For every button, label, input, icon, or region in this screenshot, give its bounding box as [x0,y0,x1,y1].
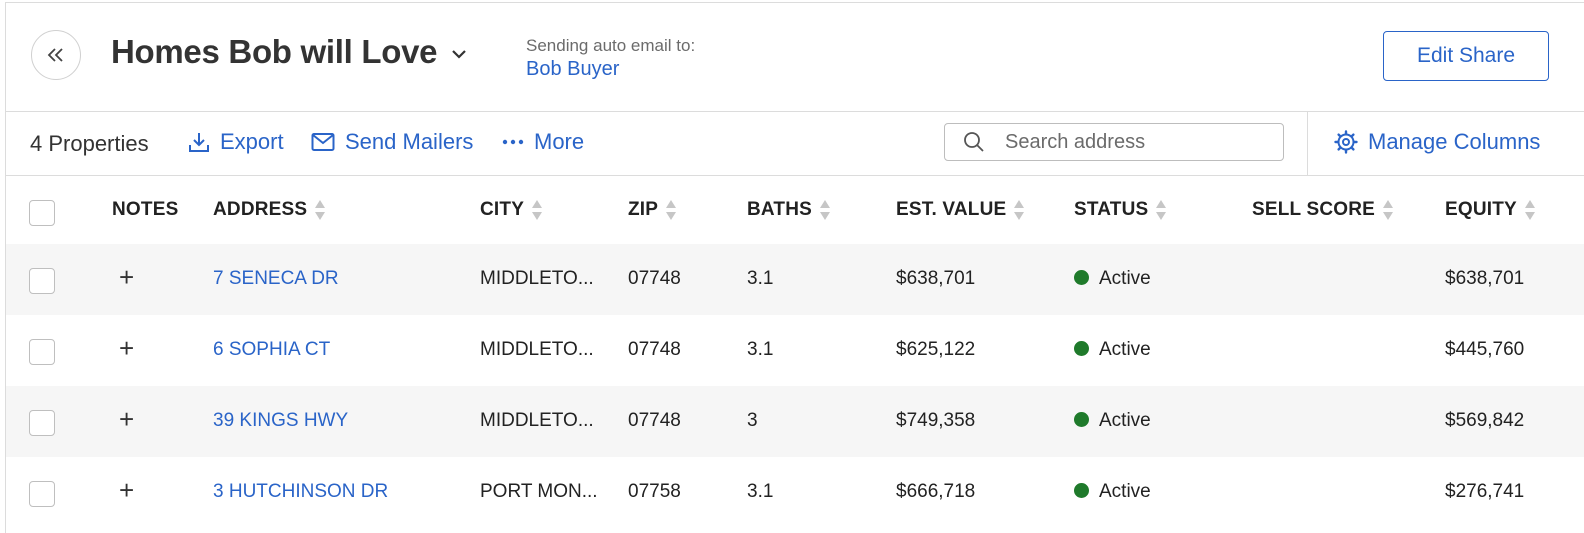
column-header-zip[interactable]: ZIP [628,199,677,221]
est-value-cell: $666,718 [896,481,976,502]
add-note-icon[interactable]: + [119,477,134,503]
more-button[interactable]: More [502,129,584,155]
est-value-cell: $638,701 [896,268,976,289]
status-dot-icon [1074,341,1089,356]
list-title-dropdown[interactable]: Homes Bob will Love [111,33,467,71]
status-dot-icon [1074,270,1089,285]
row-checkbox[interactable] [29,410,55,436]
select-all-checkbox[interactable] [29,200,55,226]
send-mailers-button[interactable]: Send Mailers [311,129,473,155]
baths-cell: 3.1 [747,268,774,289]
row-checkbox[interactable] [29,339,55,365]
column-header-sell-score[interactable]: SELL SCORE [1252,199,1394,221]
baths-cell: 3.1 [747,339,774,360]
table-header: NOTES ADDRESS CITY ZIP BATHS EST. VALUE … [6,175,1584,244]
double-chevron-left-icon [47,48,63,62]
add-note-icon[interactable]: + [119,335,134,361]
sort-icon [315,199,326,221]
column-header-address[interactable]: ADDRESS [213,199,326,221]
column-header-equity[interactable]: EQUITY [1445,199,1535,221]
sort-icon [666,199,677,221]
auto-email-label: Sending auto email to: [526,36,696,55]
equity-cell: $276,741 [1445,481,1525,502]
sort-icon [532,199,543,221]
back-button[interactable] [31,30,81,80]
more-dots-icon [502,139,524,145]
more-label: More [534,129,585,154]
baths-cell: 3 [747,410,758,431]
search-box [944,123,1284,161]
city-cell: PORT MON... [480,481,598,502]
auto-email-recipient-link[interactable]: Bob Buyer [526,58,695,81]
city-cell: MIDDLETO... [480,339,594,360]
status-dot-icon [1074,412,1089,427]
toolbar-divider [1307,111,1308,175]
status-cell: Active [1074,410,1151,432]
sort-icon [820,199,831,221]
row-checkbox[interactable] [29,268,55,294]
status-dot-icon [1074,483,1089,498]
table-row: + 39 KINGS HWY MIDDLETO... 07748 3 $749,… [6,386,1584,457]
est-value-cell: $625,122 [896,339,976,360]
mail-icon [311,133,335,151]
equity-cell: $445,760 [1445,339,1525,360]
column-header-city[interactable]: CITY [480,199,543,221]
zip-cell: 07748 [628,339,681,360]
equity-cell: $569,842 [1445,410,1525,431]
property-count: 4 Properties [30,131,149,156]
est-value-cell: $749,358 [896,410,976,431]
toolbar: 4 Properties Export Send Mailers More Se… [6,111,1584,176]
edit-share-button[interactable]: Edit Share [1383,31,1549,81]
status-cell: Active [1074,339,1151,361]
manage-columns-label: Manage Columns [1368,129,1541,154]
send-mailers-label: Send Mailers [345,129,474,154]
sort-icon [1014,199,1025,221]
sort-icon [1524,199,1535,221]
search-input[interactable] [1003,129,1267,155]
city-cell: MIDDLETO... [480,410,594,431]
table-row: + 7 SENECA DR MIDDLETO... 07748 3.1 $638… [6,244,1584,315]
page-header: Homes Bob will Love Sending auto email t… [6,3,1584,112]
baths-cell: 3.1 [747,481,774,502]
equity-cell: $638,701 [1445,268,1525,289]
sort-icon [1383,199,1394,221]
add-note-icon[interactable]: + [119,264,134,290]
main-panel: Homes Bob will Love Sending auto email t… [5,2,1584,533]
search-icon [964,132,984,152]
address-link[interactable]: 39 KINGS HWY [213,410,348,432]
gear-icon [1334,130,1358,154]
status-cell: Active [1074,481,1151,503]
column-header-est-value[interactable]: EST. VALUE [896,199,1025,221]
status-cell: Active [1074,268,1151,290]
address-link[interactable]: 6 SOPHIA CT [213,339,330,361]
chevron-down-icon [452,50,466,59]
export-button[interactable]: Export [188,129,284,155]
table-row: + 3 HUTCHINSON DR PORT MON... 07758 3.1 … [6,457,1584,528]
column-header-baths[interactable]: BATHS [747,199,831,221]
download-icon [189,133,209,152]
zip-cell: 07748 [628,268,681,289]
zip-cell: 07758 [628,481,681,502]
address-link[interactable]: 7 SENECA DR [213,268,339,290]
sort-icon [1156,199,1167,221]
export-label: Export [220,129,284,154]
add-note-icon[interactable]: + [119,406,134,432]
address-link[interactable]: 3 HUTCHINSON DR [213,481,388,503]
auto-email-info: Sending auto email to: Bob Buyer [526,36,695,81]
zip-cell: 07748 [628,410,681,431]
city-cell: MIDDLETO... [480,268,594,289]
table-row: + 6 SOPHIA CT MIDDLETO... 07748 3.1 $625… [6,315,1584,386]
column-header-notes: NOTES [112,199,179,220]
column-header-status[interactable]: STATUS [1074,199,1167,221]
manage-columns-button[interactable]: Manage Columns [1334,129,1540,155]
row-checkbox[interactable] [29,481,55,507]
page-title: Homes Bob will Love [111,33,438,70]
